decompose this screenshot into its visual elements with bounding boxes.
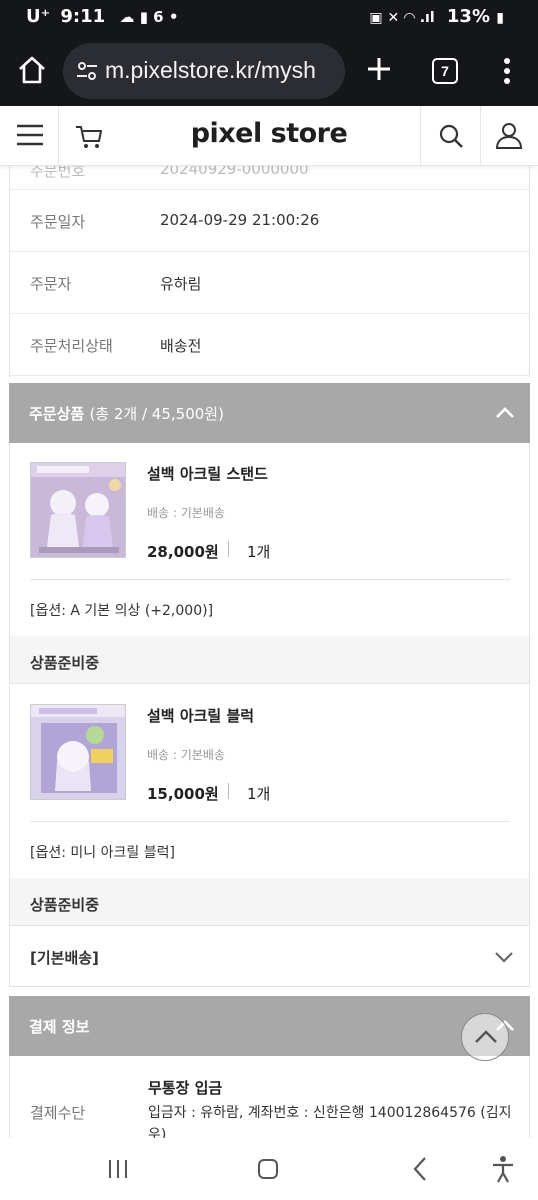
chevron-up-icon (475, 1030, 497, 1043)
payment-section-title: 결제 정보 (29, 1018, 90, 1036)
search-icon[interactable] (437, 122, 465, 150)
products-section-summary: (총 2개 / 45,500원) (89, 405, 224, 423)
payment-method-label: 결제수단 (30, 1104, 86, 1122)
price-qty-divider (228, 541, 229, 557)
order-product-item: 설백 아크릴 블럭 배송 : 기본배송 15,000원 1개 [옵션: 미니 아… (9, 685, 530, 878)
product-shipping: 배송 : 기본배송 (147, 748, 225, 762)
payment-method-row: 결제수단 무통장 입금 입금자 : 유하람, 계좌번호 : 신한은행 14001… (9, 1056, 530, 1138)
accessibility-icon[interactable] (491, 1155, 515, 1183)
browser-toolbar: m.pixelstore.kr/mysh 7 (0, 36, 538, 106)
new-tab-icon[interactable] (366, 56, 392, 82)
divider (30, 579, 510, 580)
clock: 9:11 (60, 6, 106, 27)
product-quantity: 1개 (247, 785, 271, 803)
chevron-down-icon[interactable] (493, 947, 515, 967)
header-divider (480, 106, 481, 166)
product-thumbnail[interactable] (30, 704, 126, 800)
status-bar: U⁺ 9:11 ☁ ▮ 6 • ▣ ✕ ◠ .ıl 13% ▮ (0, 0, 538, 36)
delivery-accordion[interactable]: [기본배송] (9, 927, 530, 987)
notification-icons: ☁ ▮ 6 • (119, 8, 179, 26)
order-date-label: 주문일자 (30, 213, 86, 231)
product-price: 15,000원 (147, 785, 219, 803)
back-icon[interactable] (411, 1156, 429, 1182)
payment-detail: 입금자 : 유하람, 계좌번호 : 신한은행 140012864576 (김지우… (148, 1105, 512, 1138)
order-status-label: 주문처리상태 (30, 337, 113, 355)
order-date-value: 2024-09-29 21:00:26 (160, 211, 320, 229)
payment-method-value: 무통장 입금 (148, 1079, 223, 1097)
price-qty-divider (228, 783, 229, 799)
product-option: [옵션: A 기본 의상 (+2,000)] (30, 603, 214, 619)
orderer-label: 주문자 (30, 275, 72, 293)
recent-apps-icon[interactable] (106, 1158, 130, 1180)
product-thumbnail[interactable] (30, 462, 126, 558)
order-status-value: 배송전 (160, 337, 202, 355)
battery-level: 13% (446, 6, 490, 27)
product-shipping: 배송 : 기본배송 (147, 506, 225, 520)
order-number-row-partial: 주문번호 20240929-0000000 (10, 166, 529, 190)
home-button-icon[interactable] (257, 1158, 279, 1180)
order-date-row: 주문일자 2024-09-29 21:00:26 (10, 190, 529, 252)
product-status-band: 상품준비중 (9, 636, 530, 684)
product-name[interactable]: 설백 아크릴 스탠드 (147, 463, 268, 484)
home-icon[interactable] (16, 54, 48, 86)
order-info-box: 주문번호 20240929-0000000 주문일자 2024-09-29 21… (9, 166, 530, 377)
order-status-row: 주문처리상태 배송전 (10, 314, 529, 376)
scroll-to-top-button[interactable] (461, 1013, 509, 1061)
product-status: 상품준비중 (30, 654, 100, 672)
more-menu-icon[interactable] (498, 56, 516, 86)
product-status: 상품준비중 (30, 896, 100, 914)
orderer-row: 주문자 유하림 (10, 252, 529, 314)
address-bar[interactable]: m.pixelstore.kr/mysh (63, 43, 345, 99)
user-icon[interactable] (494, 120, 524, 150)
url-text[interactable]: m.pixelstore.kr/mysh (105, 57, 316, 84)
system-status-icons: ▣ ✕ ◠ .ıl (369, 10, 435, 26)
site-settings-icon[interactable] (75, 59, 99, 83)
chevron-up-icon[interactable] (494, 403, 516, 423)
divider (30, 821, 510, 822)
header-divider (420, 106, 421, 166)
orderer-value: 유하림 (160, 275, 202, 293)
products-section-header[interactable]: 주문상품 (총 2개 / 45,500원) (9, 383, 530, 443)
tab-switcher-button[interactable]: 7 (432, 58, 458, 84)
product-image-acrylic-stand[interactable] (31, 463, 126, 558)
battery-icon: ▮ (496, 10, 504, 26)
system-nav-bar (0, 1138, 538, 1200)
product-price: 28,000원 (147, 543, 219, 561)
order-product-item: 설백 아크릴 스탠드 배송 : 기본배송 28,000원 1개 [옵션: A 기… (9, 443, 530, 636)
payment-section-header[interactable]: 결제 정보 (9, 996, 530, 1056)
product-option: [옵션: 미니 아크릴 블럭] (30, 845, 175, 861)
product-quantity: 1개 (247, 543, 271, 561)
order-detail-content[interactable]: 주문번호 20240929-0000000 주문일자 2024-09-29 21… (0, 166, 538, 1138)
delivery-label: [기본배송] (30, 949, 99, 967)
product-status-band: 상품준비중 (9, 878, 530, 926)
product-image-acrylic-block[interactable] (31, 705, 126, 800)
site-header: pixel store (0, 106, 538, 166)
products-section-title: 주문상품 (29, 405, 85, 423)
product-name[interactable]: 설백 아크릴 블럭 (147, 705, 254, 726)
carrier-label: U⁺ (26, 6, 51, 27)
